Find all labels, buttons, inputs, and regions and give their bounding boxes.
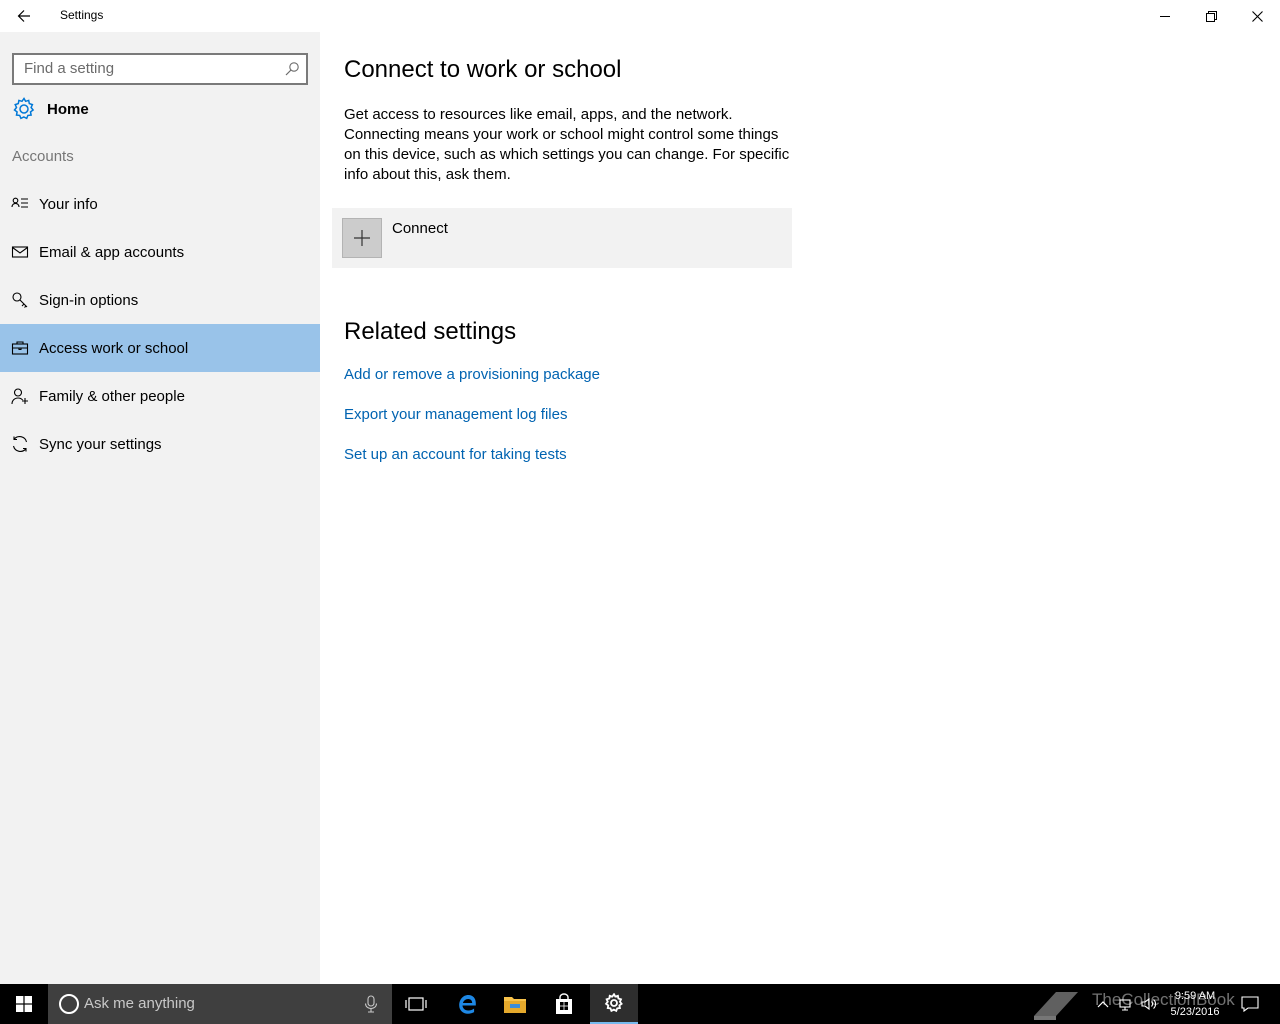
sidebar-item-your-info[interactable]: Your info (0, 180, 320, 228)
connect-plus-tile (342, 218, 382, 258)
book-icon (1034, 992, 1078, 1020)
folder-icon (504, 997, 526, 1013)
cortana-search-box[interactable]: Ask me anything (48, 984, 392, 1024)
taking-tests-link[interactable]: Set up an account for taking tests (344, 446, 567, 463)
search-icon[interactable] (284, 61, 300, 77)
home-label: Home (47, 100, 89, 118)
file-explorer-taskbar-button[interactable] (491, 984, 539, 1024)
window-title: Settings (60, 8, 104, 22)
clock-date: 5/23/2016 (1170, 1006, 1220, 1018)
section-label: Accounts (12, 148, 74, 165)
sidebar-item-access-work-or-school[interactable]: Access work or school (0, 324, 320, 372)
briefcase-icon (11, 341, 29, 355)
sidebar-item-sync-your-settings[interactable]: Sync your settings (0, 420, 320, 468)
gear-icon (13, 97, 35, 120)
sidebar-item-label: Email & app accounts (39, 243, 185, 261)
restore-button[interactable] (1188, 0, 1234, 32)
microphone-icon[interactable] (364, 995, 378, 1013)
windows-logo-icon (16, 996, 32, 1012)
task-view-icon (405, 997, 427, 1011)
sidebar-item-sign-in-options[interactable]: Sign-in options (0, 276, 320, 324)
export-log-files-link[interactable]: Export your management log files (344, 406, 567, 423)
edge-taskbar-button[interactable] (443, 984, 491, 1024)
settings-taskbar-button[interactable] (590, 984, 638, 1024)
sidebar-item-label: Family & other people (39, 387, 185, 405)
mail-icon (11, 246, 29, 258)
related-settings-title: Related settings (344, 318, 517, 345)
sync-icon (12, 436, 28, 452)
network-tray-button[interactable] (1116, 984, 1136, 1024)
page-title: Connect to work or school (344, 56, 622, 83)
main-content: Connect to work or school Get access to … (320, 32, 1280, 984)
search-input[interactable]: Find a setting (12, 53, 308, 85)
sidebar-item-family-other-people[interactable]: Family & other people (0, 372, 320, 420)
restore-icon (1205, 10, 1217, 22)
close-icon (1251, 10, 1263, 22)
connect-button[interactable]: Connect (332, 208, 792, 268)
action-center-icon[interactable] (1240, 994, 1260, 1014)
sidebar-item-email-app-accounts[interactable]: Email & app accounts (0, 228, 320, 276)
store-bag-icon (556, 993, 572, 1014)
volume-tray-button[interactable] (1138, 984, 1160, 1024)
edge-icon (459, 995, 476, 1014)
person-card-icon (11, 197, 28, 208)
task-view-button[interactable] (392, 984, 440, 1024)
settings-window: Settings Find a setting Home Accounts Yo… (0, 0, 1280, 984)
person-add-icon (11, 388, 28, 405)
cortana-icon (59, 994, 79, 1014)
minimize-button[interactable] (1142, 0, 1188, 32)
clock-time: 9:59 AM (1174, 990, 1216, 1002)
speaker-icon (1141, 997, 1156, 1011)
search-placeholder: Find a setting (24, 60, 115, 77)
sidebar-item-label: Sync your settings (39, 435, 162, 453)
gear-icon (604, 993, 623, 1013)
title-bar: Settings (0, 0, 1280, 32)
sidebar-item-label: Your info (39, 195, 98, 213)
minimize-icon (1160, 16, 1170, 17)
start-button[interactable] (0, 984, 48, 1024)
back-arrow-icon (17, 10, 30, 22)
provisioning-package-link[interactable]: Add or remove a provisioning package (344, 366, 600, 383)
back-button[interactable] (0, 0, 48, 32)
system-clock[interactable]: 9:59 AM 5/23/2016 (1160, 988, 1230, 1020)
network-icon (1119, 999, 1131, 1011)
key-icon (12, 292, 28, 308)
close-button[interactable] (1234, 0, 1280, 32)
sidebar-item-label: Access work or school (39, 339, 189, 357)
cortana-placeholder: Ask me anything (84, 995, 195, 1012)
show-hidden-icons-button[interactable] (1094, 984, 1112, 1024)
store-taskbar-button[interactable] (540, 984, 588, 1024)
sidebar-item-label: Sign-in options (39, 291, 139, 309)
taskbar: Ask me anything TheCollectionBook 9:59 A… (0, 984, 1280, 1024)
plus-icon (354, 230, 370, 246)
home-nav-item[interactable]: Home (12, 96, 89, 122)
chevron-up-icon (1097, 1001, 1109, 1008)
connect-label: Connect (392, 220, 448, 237)
sidebar: Find a setting Home Accounts Your info E… (0, 32, 320, 984)
page-description: Get access to resources like email, apps… (344, 106, 790, 183)
